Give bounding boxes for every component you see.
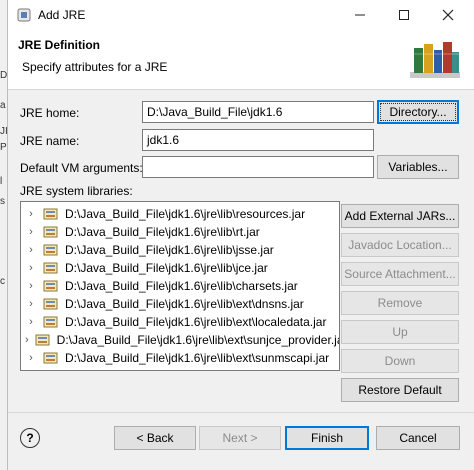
background-window-strip: D a JI P l s c bbox=[0, 0, 8, 470]
library-row[interactable]: › D:\Java_Build_File\jdk1.6\jre\lib\ext\l… bbox=[21, 313, 339, 331]
restore-default-button[interactable]: Restore Default bbox=[341, 378, 459, 402]
finish-button[interactable]: Finish bbox=[285, 426, 369, 450]
add-jre-dialog: Add JRE JRE Definition Specify attribute… bbox=[8, 0, 474, 470]
jar-file-icon bbox=[43, 243, 59, 257]
vm-args-label: Default VM arguments: bbox=[20, 161, 143, 175]
library-path: D:\Java_Build_File\jdk1.6\jre\lib\charse… bbox=[65, 279, 298, 293]
chevron-right-icon[interactable]: › bbox=[25, 226, 37, 238]
chevron-right-icon[interactable]: › bbox=[25, 262, 37, 274]
bg-text: s bbox=[0, 196, 5, 207]
help-icon[interactable]: ? bbox=[20, 428, 40, 448]
wizard-banner: JRE Definition Specify attributes for a … bbox=[8, 30, 474, 90]
chevron-right-icon[interactable]: › bbox=[25, 208, 37, 220]
add-external-jars-button[interactable]: Add External JARs... bbox=[341, 204, 459, 228]
library-row[interactable]: › D:\Java_Build_File\jdk1.6\jre\lib\chars… bbox=[21, 277, 339, 295]
title-bar: Add JRE bbox=[8, 0, 474, 30]
close-icon[interactable] bbox=[426, 0, 470, 30]
chevron-right-icon[interactable]: › bbox=[25, 334, 29, 346]
library-path: D:\Java_Build_File\jdk1.6\jre\lib\ext\su… bbox=[56, 333, 340, 347]
jre-libraries-tree[interactable]: › D:\Java_Build_File\jdk1.6\jre\lib\resou… bbox=[20, 201, 340, 371]
bg-text: c bbox=[0, 276, 5, 287]
next-button[interactable]: Next > bbox=[199, 426, 281, 450]
library-path: D:\Java_Build_File\jdk1.6\jre\lib\rt.jar bbox=[65, 225, 260, 239]
page-subtitle: Specify attributes for a JRE bbox=[22, 60, 168, 74]
jar-file-icon bbox=[43, 225, 59, 239]
jre-home-label: JRE home: bbox=[20, 106, 80, 120]
bg-text: P bbox=[0, 142, 7, 153]
bg-text: l bbox=[0, 176, 3, 187]
bg-text: D bbox=[0, 70, 8, 81]
library-path: D:\Java_Build_File\jdk1.6\jre\lib\ext\dn… bbox=[65, 297, 304, 311]
window-title: Add JRE bbox=[38, 8, 86, 22]
source-attachment-button[interactable]: Source Attachment... bbox=[341, 262, 459, 286]
bg-text: a bbox=[0, 100, 6, 111]
jre-home-field[interactable]: D:\Java_Build_File\jdk1.6 bbox=[142, 101, 374, 123]
library-row[interactable]: › D:\Java_Build_File\jdk1.6\jre\lib\jsse.… bbox=[21, 241, 339, 259]
library-path: D:\Java_Build_File\jdk1.6\jre\lib\resour… bbox=[65, 207, 306, 221]
down-button[interactable]: Down bbox=[341, 349, 459, 373]
variables-button[interactable]: Variables... bbox=[377, 155, 459, 179]
library-row[interactable]: › D:\Java_Build_File\jdk1.6\jre\lib\resou… bbox=[21, 205, 339, 223]
back-button[interactable]: < Back bbox=[114, 426, 196, 450]
jre-name-label: JRE name: bbox=[20, 134, 80, 148]
library-row[interactable]: › D:\Java_Build_File\jdk1.6\jre\lib\rt.ja… bbox=[21, 223, 339, 241]
library-row[interactable]: › D:\Java_Build_File\jdk1.6\jre\lib\jce.j… bbox=[21, 259, 339, 277]
vm-args-field[interactable] bbox=[142, 156, 374, 178]
library-row[interactable]: › D:\Java_Build_File\jdk1.6\jre\lib\ext\s… bbox=[21, 349, 339, 367]
jar-file-icon bbox=[35, 333, 51, 347]
cancel-button[interactable]: Cancel bbox=[376, 426, 460, 450]
library-row[interactable]: › D:\Java_Build_File\jdk1.6\jre\lib\ext\d… bbox=[21, 295, 339, 313]
jar-file-icon bbox=[43, 351, 59, 365]
up-button[interactable]: Up bbox=[341, 320, 459, 344]
chevron-right-icon[interactable]: › bbox=[25, 352, 37, 364]
chevron-right-icon[interactable]: › bbox=[25, 298, 37, 310]
library-path: D:\Java_Build_File\jdk1.6\jre\lib\jce.ja… bbox=[65, 261, 268, 275]
jar-file-icon bbox=[43, 207, 59, 221]
minimize-icon[interactable] bbox=[338, 0, 382, 30]
library-path: D:\Java_Build_File\jdk1.6\jre\lib\ext\lo… bbox=[65, 315, 327, 329]
maximize-icon[interactable] bbox=[382, 0, 426, 30]
library-books-icon bbox=[410, 42, 460, 78]
footer-divider bbox=[8, 412, 474, 413]
jre-icon bbox=[17, 8, 31, 22]
javadoc-location-button[interactable]: Javadoc Location... bbox=[341, 233, 459, 257]
chevron-right-icon[interactable]: › bbox=[25, 280, 37, 292]
jar-file-icon bbox=[43, 261, 59, 275]
jar-file-icon bbox=[43, 297, 59, 311]
jar-file-icon bbox=[43, 279, 59, 293]
chevron-right-icon[interactable]: › bbox=[25, 316, 37, 328]
chevron-right-icon[interactable]: › bbox=[25, 244, 37, 256]
jar-file-icon bbox=[43, 315, 59, 329]
library-row[interactable]: › D:\Java_Build_File\jdk1.6\jre\lib\ext\s… bbox=[21, 331, 340, 349]
jre-name-field[interactable]: jdk1.6 bbox=[142, 129, 374, 151]
bg-text: JI bbox=[0, 126, 8, 137]
remove-button[interactable]: Remove bbox=[341, 291, 459, 315]
library-path: D:\Java_Build_File\jdk1.6\jre\lib\jsse.j… bbox=[65, 243, 274, 257]
library-path: D:\Java_Build_File\jdk1.6\jre\lib\ext\su… bbox=[65, 351, 330, 365]
directory-button[interactable]: Directory... bbox=[377, 100, 459, 124]
jre-libs-label: JRE system libraries: bbox=[20, 184, 133, 198]
page-title: JRE Definition bbox=[18, 38, 101, 52]
